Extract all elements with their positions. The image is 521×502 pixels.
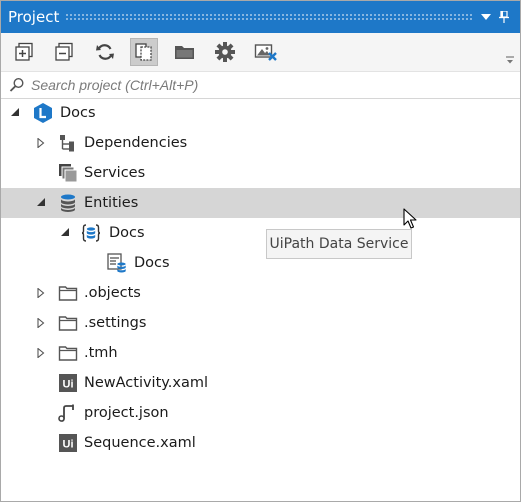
svg-text:Ui: Ui [63,379,74,391]
ui-file-icon: Ui [59,434,77,452]
tree-item-label: .objects [84,285,141,301]
tree-item-label: .settings [84,315,147,331]
show-all-files-icon [135,43,152,61]
panel-title-bar[interactable]: Project [1,1,520,33]
mouse-cursor-icon [403,208,417,229]
tree-item-docs-entity[interactable]: Docs [1,248,520,278]
settings-button[interactable] [211,38,239,66]
tree-item-label: Dependencies [84,135,188,151]
tree-item-label: project.json [84,405,169,421]
json-file-icon [58,404,74,422]
expanded-arrow-icon[interactable] [60,227,70,237]
folder-icon [58,316,78,331]
svg-text:Ui: Ui [63,439,74,451]
remove-unused-button[interactable] [252,38,280,66]
folder-icon [58,346,78,361]
chevron-down-icon[interactable] [481,14,491,20]
collapse-all-icon [55,42,73,61]
gear-icon [215,42,235,62]
pin-icon[interactable] [499,11,509,23]
entity-table-icon [107,253,126,273]
ui-file-icon: Ui [59,374,77,392]
dependencies-icon [60,135,74,152]
search-icon [9,77,24,92]
open-folder-button[interactable] [171,38,199,66]
tree-item-label: Services [84,165,146,181]
project-tree: Docs Dependencies Services Entities Docs… [1,98,520,501]
tree-item-label: Docs [60,105,96,121]
tree-item-services[interactable]: Services [1,158,520,188]
tree-item-entities[interactable]: Entities [1,188,520,218]
folder-open-icon [175,46,194,59]
toolbar [1,33,520,72]
uipath-project-icon [34,103,52,123]
title-grip-pattern [65,13,473,21]
tree-item-label: NewActivity.xaml [84,375,209,391]
tree-item-objects-folder[interactable]: .objects [1,278,520,308]
collapsed-arrow-icon[interactable] [36,348,46,358]
project-panel: Project Search project (Ctrl+Alt+P) Docs… [0,0,521,502]
tree-item-sequence-xaml[interactable]: Ui Sequence.xaml [1,428,520,458]
database-icon [61,194,75,212]
tree-item-settings-folder[interactable]: .settings [1,308,520,338]
tree-item-label: Sequence.xaml [84,435,196,451]
expanded-arrow-icon[interactable] [36,197,46,207]
toolbar-overflow-icon[interactable] [505,55,515,65]
expand-all-icon [15,42,33,61]
tooltip: UiPath Data Service [266,229,412,259]
expanded-arrow-icon[interactable] [10,107,20,117]
refresh-icon [96,44,114,60]
tree-item-label: Entities [84,195,139,211]
tree-item-tmh-folder[interactable]: .tmh [1,338,520,368]
services-icon [59,164,78,183]
tree-item-label: .tmh [84,345,118,361]
tree-item-newactivity-xaml[interactable]: Ui NewActivity.xaml [1,368,520,398]
search-bar [1,72,520,99]
collapse-all-button[interactable] [50,38,78,66]
search-input[interactable] [31,75,501,95]
show-all-files-button[interactable] [130,38,158,66]
collapsed-arrow-icon[interactable] [36,138,46,148]
entity-namespace-icon [81,224,101,242]
expand-all-button[interactable] [10,38,38,66]
tree-item-project-json[interactable]: project.json [1,398,520,428]
image-remove-icon [254,44,277,61]
tree-item-label: Docs [109,225,145,241]
tree-item-label: Docs [134,255,170,271]
collapsed-arrow-icon[interactable] [36,288,46,298]
folder-icon [58,286,78,301]
refresh-button[interactable] [91,38,119,66]
tree-item-dependencies[interactable]: Dependencies [1,128,520,158]
collapsed-arrow-icon[interactable] [36,318,46,328]
panel-title: Project [8,8,60,26]
tree-item-docs-namespace[interactable]: Docs [1,218,520,248]
tree-item-root-docs[interactable]: Docs [1,98,520,128]
